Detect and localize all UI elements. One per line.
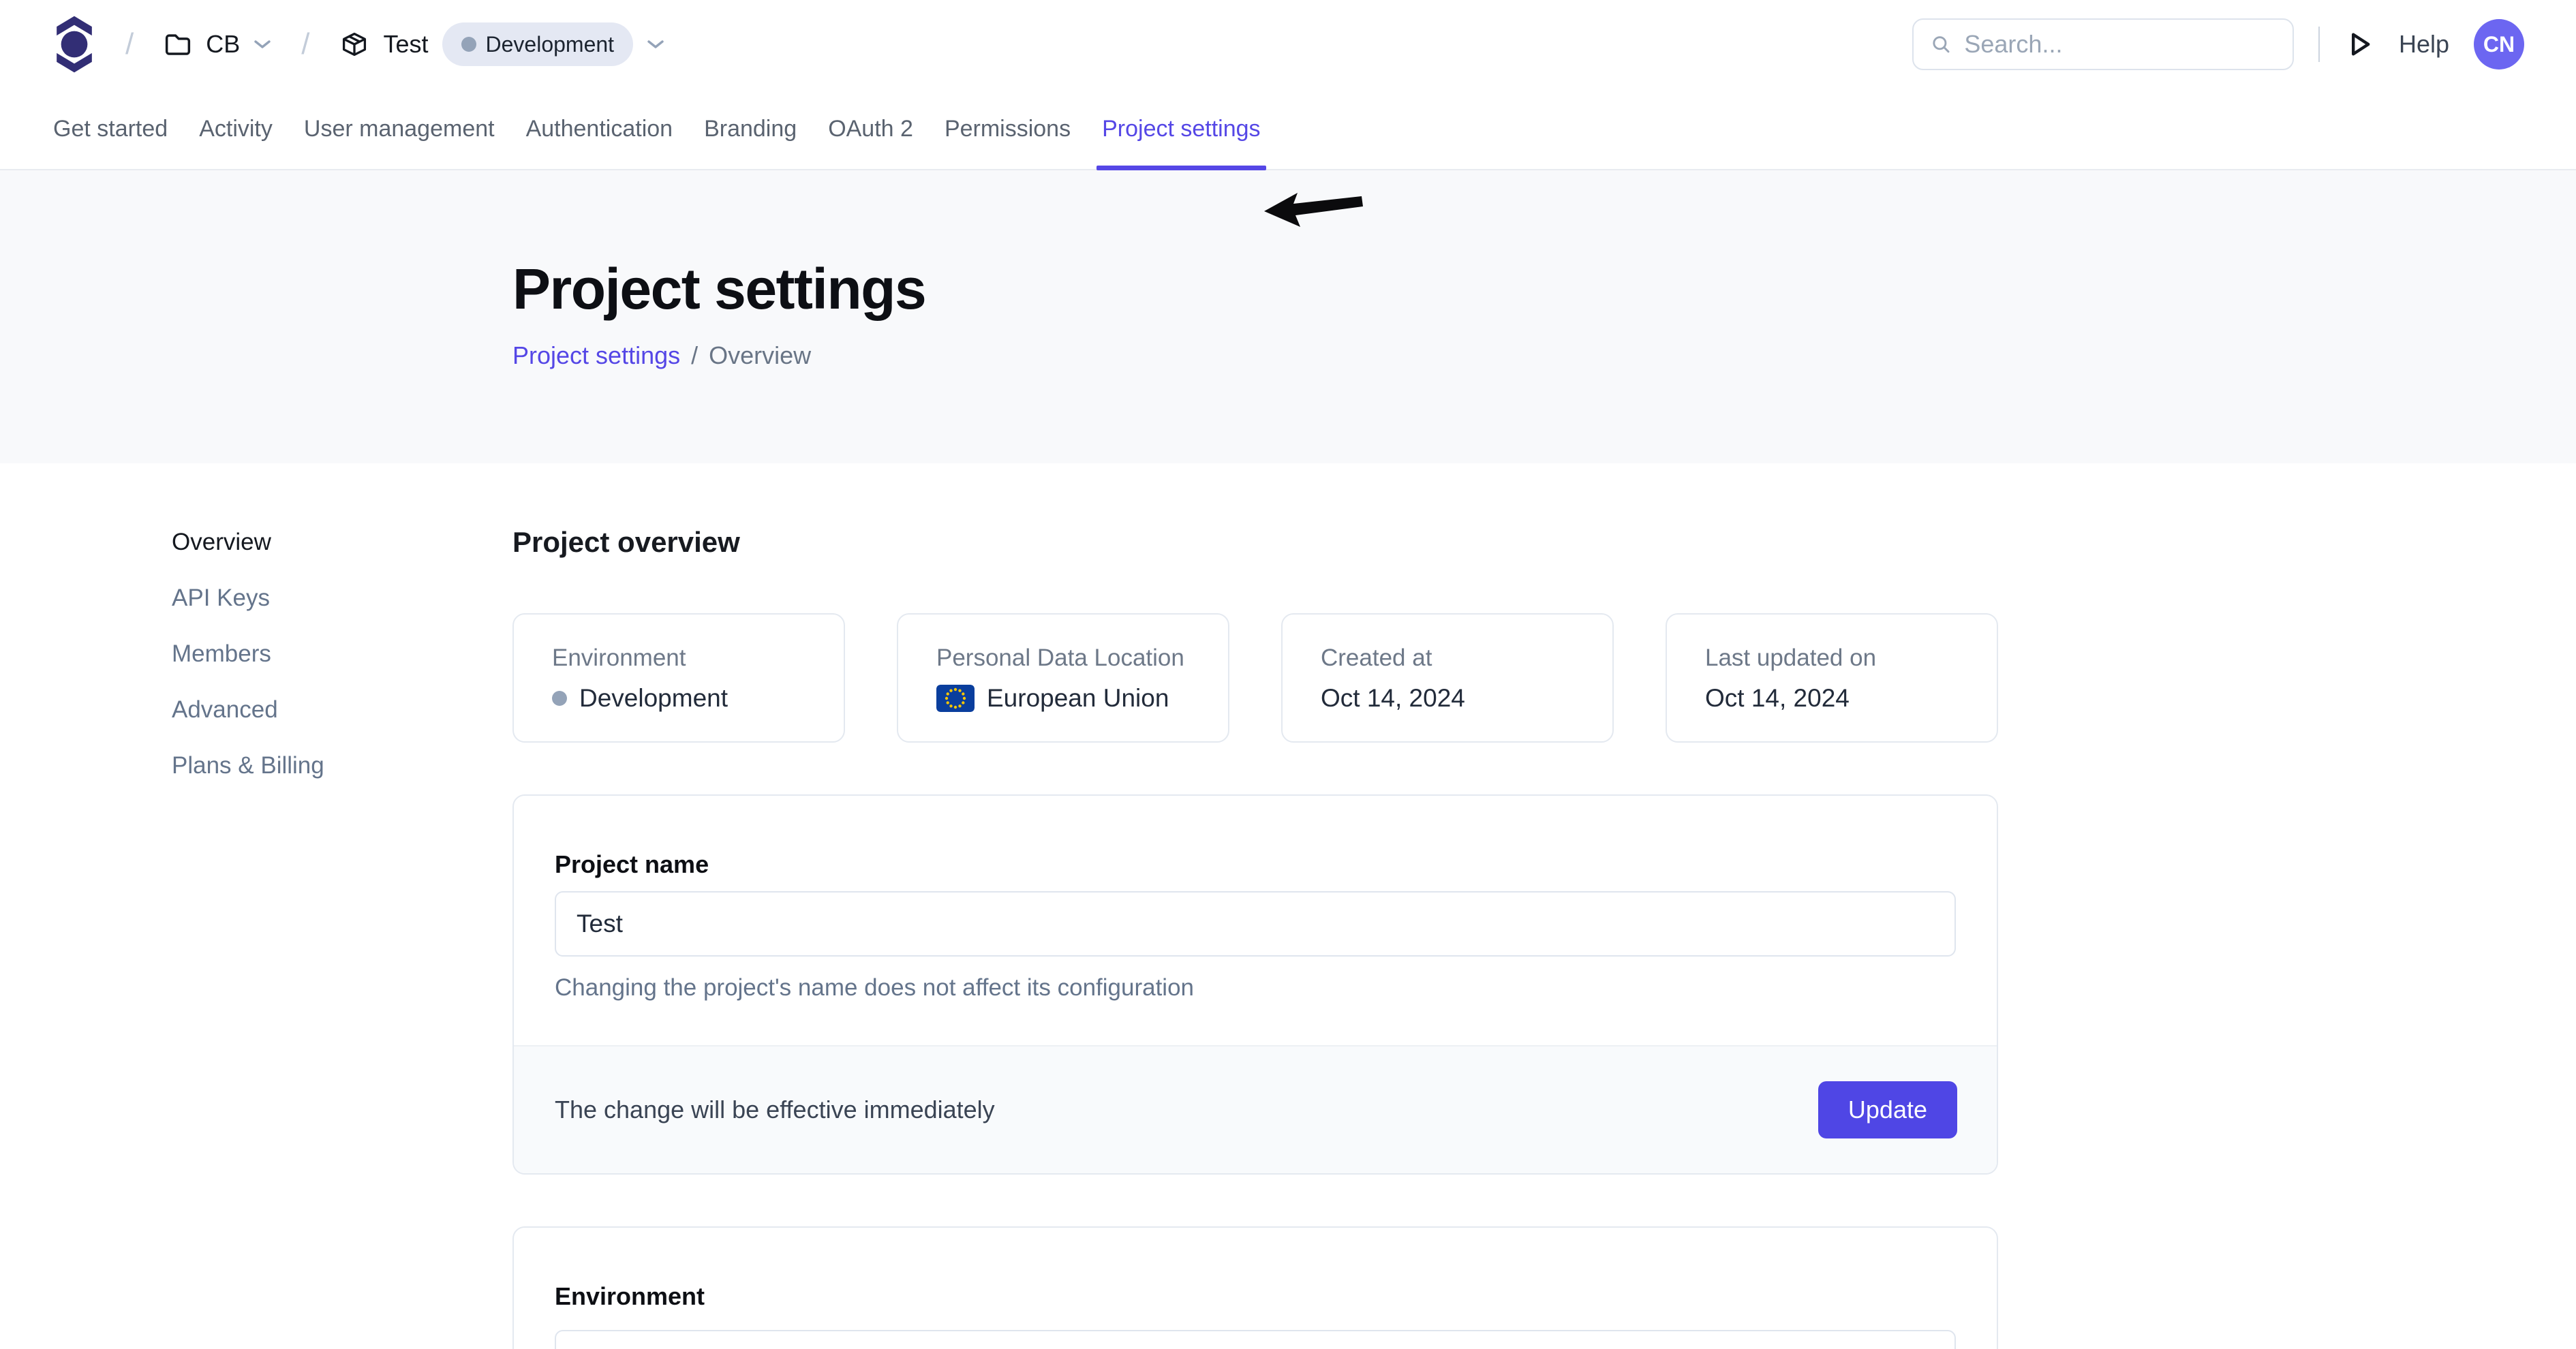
sidebar-item-advanced[interactable]: Advanced (172, 696, 512, 724)
help-link[interactable]: Help (2399, 30, 2449, 59)
info-card-label: Environment (552, 645, 844, 672)
project-name-card: Project name Changing the project's name… (512, 794, 1998, 1175)
breadcrumb-separator: / (125, 27, 134, 61)
breadcrumb-separator: / (301, 27, 309, 61)
page-title: Project settings (512, 256, 2576, 322)
search-input[interactable] (1964, 30, 2276, 59)
info-card-value: Oct 14, 2024 (1705, 684, 1997, 713)
org-switcher[interactable]: CB (164, 30, 271, 59)
environment-select[interactable]: Development (555, 1330, 1956, 1349)
project-name-card-body: Project name Changing the project's name… (514, 796, 1997, 1045)
status-dot-icon (461, 37, 476, 52)
info-card-data-location: Personal Data Location Europea (897, 613, 1229, 743)
app-header: / CB / Test Development (0, 0, 2576, 89)
info-card-environment: Environment Development (512, 613, 845, 743)
settings-sidebar: Overview API Keys Members Advanced Plans… (172, 526, 512, 1349)
search-box[interactable] (1912, 18, 2294, 70)
breadcrumb-link-project-settings[interactable]: Project settings (512, 341, 680, 370)
info-card-value: European Union (936, 684, 1228, 713)
section-title: Project overview (512, 526, 1998, 559)
info-card-label: Last updated on (1705, 645, 1997, 672)
sidebar-item-members[interactable]: Members (172, 640, 512, 668)
chevron-down-icon (254, 39, 271, 50)
org-name: CB (206, 30, 240, 59)
info-card-last-updated: Last updated on Oct 14, 2024 (1666, 613, 1998, 743)
breadcrumb-current: Overview (709, 341, 811, 370)
search-icon (1930, 32, 1952, 57)
tab-project-settings[interactable]: Project settings (1102, 89, 1260, 169)
environment-badge-label: Development (486, 32, 615, 57)
play-icon (2344, 29, 2374, 59)
info-card-value: Development (552, 684, 844, 713)
environment-label: Environment (555, 1282, 1956, 1311)
header-actions: Help CN (1912, 18, 2524, 70)
project-name: Test (383, 30, 428, 59)
info-card-created-at: Created at Oct 14, 2024 (1281, 613, 1614, 743)
environment-card-body: Environment Development (514, 1228, 1997, 1349)
project-switcher[interactable]: Test Development (339, 22, 664, 66)
tab-oauth-2[interactable]: OAuth 2 (828, 89, 913, 169)
chevron-down-icon (647, 39, 664, 50)
package-icon (339, 29, 369, 59)
tab-activity[interactable]: Activity (199, 89, 273, 169)
project-name-label: Project name (555, 850, 1956, 879)
sidebar-item-plans-billing[interactable]: Plans & Billing (172, 752, 512, 779)
content-area: Overview API Keys Members Advanced Plans… (0, 463, 2576, 1349)
footer-note: The change will be effective immediately (555, 1096, 995, 1124)
breadcrumb-separator: / (691, 341, 698, 370)
tab-branding[interactable]: Branding (704, 89, 797, 169)
info-cards-row: Environment Development Personal Data Lo… (512, 613, 1998, 743)
run-button[interactable] (2344, 29, 2374, 59)
tab-authentication[interactable]: Authentication (526, 89, 673, 169)
header-divider (2318, 27, 2320, 62)
environment-badge: Development (442, 22, 634, 66)
tab-user-management[interactable]: User management (304, 89, 495, 169)
settings-main: Project overview Environment Development… (512, 526, 1998, 1349)
environment-card: Environment Development (512, 1226, 1998, 1349)
project-name-input[interactable] (555, 891, 1956, 957)
project-name-card-footer: The change will be effective immediately… (514, 1045, 1997, 1173)
tab-permissions[interactable]: Permissions (945, 89, 1071, 169)
page-hero: Project settings Project settings / Over… (0, 170, 2576, 463)
folder-icon (164, 30, 192, 59)
header-breadcrumb: / CB / Test Development (53, 12, 664, 76)
info-card-value: Oct 14, 2024 (1321, 684, 1612, 713)
sidebar-item-overview[interactable]: Overview (172, 529, 512, 556)
sidebar-item-api-keys[interactable]: API Keys (172, 585, 512, 612)
app-logo[interactable] (53, 12, 95, 76)
info-card-label: Created at (1321, 645, 1612, 672)
status-dot-icon (552, 691, 567, 706)
tab-get-started[interactable]: Get started (53, 89, 168, 169)
logo-icon (53, 12, 95, 76)
project-name-helper-text: Changing the project's name does not aff… (555, 974, 1956, 1002)
avatar[interactable]: CN (2474, 19, 2524, 69)
info-card-label: Personal Data Location (936, 645, 1228, 672)
breadcrumb: Project settings / Overview (512, 341, 2576, 370)
update-button[interactable]: Update (1818, 1081, 1957, 1138)
main-nav: Get started Activity User management Aut… (0, 89, 2576, 170)
eu-flag-icon (936, 685, 975, 712)
